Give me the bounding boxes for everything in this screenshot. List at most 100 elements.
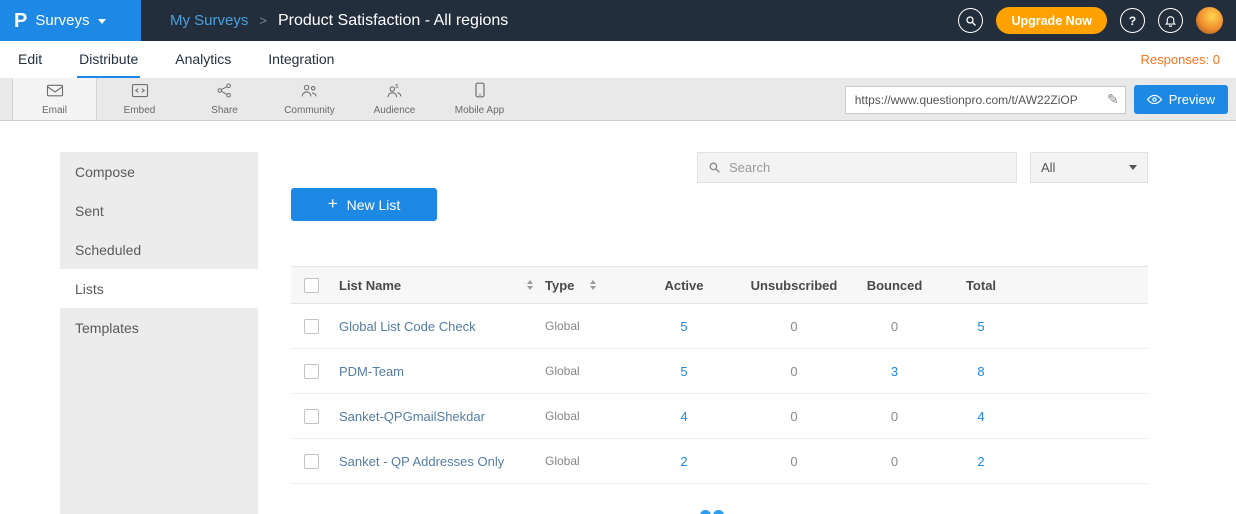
user-avatar[interactable]	[1196, 7, 1223, 34]
column-header-unsubscribed: Unsubscribed	[737, 278, 851, 293]
toolbar-item-label: Embed	[124, 105, 156, 116]
total-count[interactable]: 8	[938, 364, 1024, 379]
bounced-count: 0	[851, 319, 938, 334]
active-count[interactable]: 4	[631, 409, 737, 424]
table-header-row: List Name Type Active Unsubscribed Bounc…	[291, 266, 1148, 304]
sidebar-item-compose[interactable]: Compose	[60, 152, 258, 191]
mobile-app-icon	[474, 82, 486, 103]
list-type: Global	[545, 319, 580, 333]
upgrade-now-button[interactable]: Upgrade Now	[996, 7, 1107, 34]
breadcrumb-separator: >	[259, 13, 267, 28]
toolbar-item-label: Mobile App	[455, 105, 504, 116]
search-input[interactable]	[729, 160, 1006, 175]
product-name: Surveys	[35, 12, 89, 29]
distribute-toolbar: Email Embed Share Community $ Audience M…	[0, 78, 1236, 121]
toolbar-item-label: Share	[211, 105, 238, 116]
table-row: PDM-Team Global 5 0 3 8	[291, 349, 1148, 394]
toolbar-item-label: Audience	[374, 105, 416, 116]
total-count[interactable]: 2	[938, 454, 1024, 469]
active-count[interactable]: 2	[631, 454, 737, 469]
sidebar-item-templates[interactable]: Templates	[60, 308, 258, 347]
row-checkbox[interactable]	[304, 409, 319, 424]
bounced-count[interactable]: 3	[851, 364, 938, 379]
responses-count[interactable]: Responses: 0	[1141, 52, 1221, 67]
unsubscribed-count: 0	[737, 409, 851, 424]
table-row: Sanket-QPGmailShekdar Global 4 0 0 4	[291, 394, 1148, 439]
preview-button[interactable]: Preview	[1134, 85, 1228, 114]
list-name-link[interactable]: Sanket - QP Addresses Only	[339, 454, 504, 469]
search-icon[interactable]	[958, 8, 983, 33]
topbar-actions: Upgrade Now ?	[958, 7, 1236, 34]
tab-edit[interactable]: Edit	[16, 41, 44, 78]
top-header: P Surveys My Surveys > Product Satisfact…	[0, 0, 1236, 41]
plus-icon: +	[328, 194, 338, 214]
column-header-bounced: Bounced	[851, 278, 938, 293]
sidebar-item-scheduled[interactable]: Scheduled	[60, 230, 258, 269]
toolbar-item-label: Community	[284, 105, 335, 116]
column-header-total: Total	[938, 278, 1024, 293]
share-icon	[216, 83, 233, 103]
notifications-bell-icon[interactable]	[1158, 8, 1183, 33]
partial-icon	[700, 510, 724, 514]
lists-panel: All + New List List Name Type Active Uns	[291, 152, 1148, 484]
toolbar-item-community[interactable]: Community	[267, 78, 352, 120]
list-type: Global	[545, 454, 580, 468]
main-content: Compose Sent Scheduled Lists Templates A…	[0, 122, 1236, 514]
chevron-down-icon	[98, 19, 106, 24]
list-name-link[interactable]: Global List Code Check	[339, 319, 476, 334]
panel-top-controls: All	[291, 152, 1148, 183]
list-type: Global	[545, 409, 580, 423]
table-row: Sanket - QP Addresses Only Global 2 0 0 …	[291, 439, 1148, 484]
email-icon	[46, 83, 64, 103]
toolbar-item-email[interactable]: Email	[12, 78, 97, 120]
active-count[interactable]: 5	[631, 319, 737, 334]
sidebar-item-sent[interactable]: Sent	[60, 191, 258, 230]
row-checkbox[interactable]	[304, 454, 319, 469]
questionpro-logo: P	[14, 11, 27, 31]
survey-nav-tabs: Edit Distribute Analytics Integration Re…	[0, 41, 1236, 78]
table-row: Global List Code Check Global 5 0 0 5	[291, 304, 1148, 349]
unsubscribed-count: 0	[737, 319, 851, 334]
list-filter-dropdown[interactable]: All	[1030, 152, 1148, 183]
survey-url-input[interactable]	[845, 86, 1126, 114]
preview-label: Preview	[1169, 92, 1215, 107]
sort-icon[interactable]	[527, 280, 533, 290]
product-switcher[interactable]: P Surveys	[0, 0, 141, 41]
total-count[interactable]: 4	[938, 409, 1024, 424]
svg-text:$: $	[395, 83, 399, 89]
distribute-sidebar: Compose Sent Scheduled Lists Templates	[60, 152, 258, 514]
page-title: Product Satisfaction - All regions	[278, 12, 508, 30]
breadcrumb-my-surveys[interactable]: My Surveys	[170, 12, 248, 29]
active-count[interactable]: 5	[631, 364, 737, 379]
tab-analytics[interactable]: Analytics	[173, 41, 233, 78]
tab-integration[interactable]: Integration	[266, 41, 336, 78]
toolbar-right-controls: ✎ Preview	[845, 85, 1228, 114]
toolbar-item-share[interactable]: Share	[182, 78, 267, 120]
edit-pencil-icon[interactable]: ✎	[1107, 91, 1119, 108]
column-header-type[interactable]: Type	[545, 278, 574, 293]
select-all-checkbox[interactable]	[304, 278, 319, 293]
lists-table: List Name Type Active Unsubscribed Bounc…	[291, 266, 1148, 484]
bounced-count: 0	[851, 409, 938, 424]
new-list-button[interactable]: + New List	[291, 188, 437, 221]
filter-value: All	[1041, 160, 1055, 175]
embed-icon	[131, 83, 149, 103]
row-checkbox[interactable]	[304, 319, 319, 334]
toolbar-item-label: Email	[42, 105, 67, 116]
toolbar-item-embed[interactable]: Embed	[97, 78, 182, 120]
tab-distribute[interactable]: Distribute	[77, 41, 140, 78]
unsubscribed-count: 0	[737, 454, 851, 469]
new-list-label: New List	[347, 197, 401, 213]
list-name-link[interactable]: Sanket-QPGmailShekdar	[339, 409, 485, 424]
column-header-list-name[interactable]: List Name	[339, 278, 401, 293]
help-icon[interactable]: ?	[1120, 8, 1145, 33]
sort-icon[interactable]	[590, 280, 596, 290]
survey-url-field: ✎	[845, 86, 1126, 114]
toolbar-item-mobile-app[interactable]: Mobile App	[437, 78, 522, 120]
search-icon	[708, 161, 721, 174]
list-name-link[interactable]: PDM-Team	[339, 364, 404, 379]
row-checkbox[interactable]	[304, 364, 319, 379]
sidebar-item-lists[interactable]: Lists	[60, 269, 258, 308]
total-count[interactable]: 5	[938, 319, 1024, 334]
toolbar-item-audience[interactable]: $ Audience	[352, 78, 437, 120]
